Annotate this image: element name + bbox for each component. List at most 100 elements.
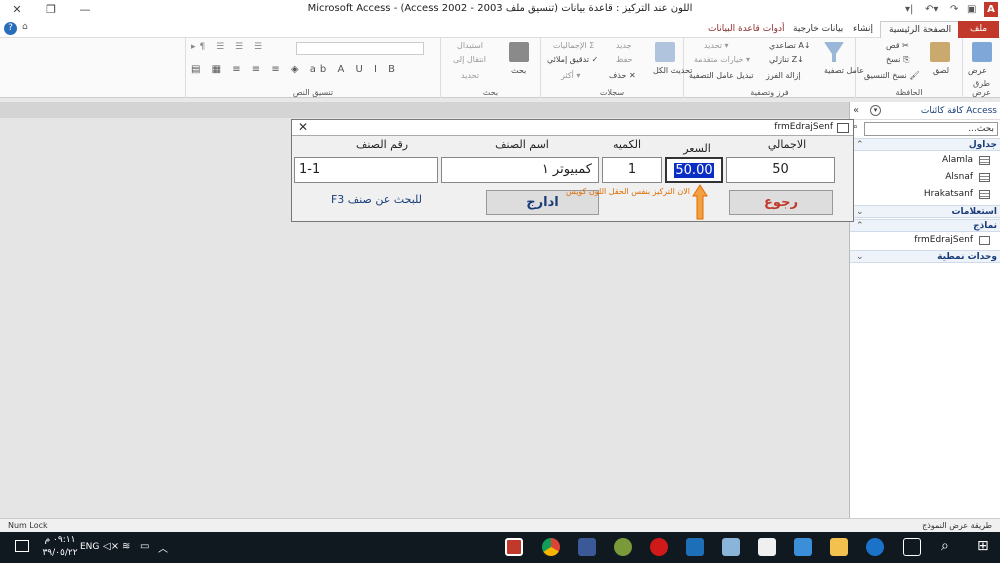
- taskbar: ٠٩:١١ م ٣٩/٠٥/٢٢ ENG ◁× ≋ ▭ ︿ ⌕ ⊞: [0, 532, 1000, 563]
- nav-section-forms[interactable]: ⌃ نماذج: [850, 219, 1000, 232]
- help-icon[interactable]: ?: [4, 22, 17, 35]
- save-icon[interactable]: ▣: [967, 2, 976, 18]
- minimize-window-button[interactable]: —: [74, 2, 96, 18]
- view-button[interactable]: عرض: [968, 66, 987, 75]
- telegram-icon[interactable]: [686, 538, 704, 556]
- ascending-button[interactable]: ↓A تصاعدي: [769, 41, 811, 50]
- refresh-icon[interactable]: [655, 42, 675, 62]
- nav-search-input[interactable]: بحث...: [864, 122, 998, 136]
- nav-item-alamla[interactable]: Alamla: [850, 152, 1000, 169]
- access-taskbar-icon[interactable]: [505, 538, 523, 556]
- clock-time[interactable]: ٠٩:١١ م: [40, 535, 80, 545]
- tab-create[interactable]: إنشاء: [845, 21, 881, 38]
- qat-customize-icon[interactable]: ▾|: [905, 2, 913, 18]
- filter-button[interactable]: عامل تصفية: [824, 66, 864, 75]
- back-button[interactable]: رجوع: [729, 190, 833, 215]
- minimize-ribbon-icon[interactable]: ⌂: [22, 22, 28, 32]
- restore-window-button[interactable]: ❐: [40, 2, 62, 18]
- opera-icon[interactable]: [650, 538, 668, 556]
- field-item-name[interactable]: كمبيوتر ١: [441, 157, 599, 183]
- group-find: بحث استبدال انتقال إلى تحديد بحث: [440, 38, 540, 98]
- goto-button[interactable]: انتقال إلى: [453, 55, 486, 64]
- paragraph-icons: ▸¶ ☰ ☰ ☰: [191, 42, 267, 52]
- descending-button[interactable]: ↓Z تنازلي: [769, 55, 804, 64]
- filter-icon[interactable]: [824, 42, 844, 62]
- tray-expand-icon[interactable]: ︿: [158, 540, 168, 555]
- group-views: عرض طرق عرض: [962, 38, 1000, 98]
- paste-icon[interactable]: [930, 42, 950, 62]
- wifi-icon[interactable]: ≋: [122, 541, 130, 552]
- selection-label: تحديد: [704, 41, 723, 50]
- redo-icon[interactable]: ↷: [950, 2, 958, 18]
- nav-item-hrakatsanf[interactable]: Hrakatsanf: [850, 186, 1000, 203]
- tab-database-tools[interactable]: أدوات قاعدة البيانات: [700, 21, 793, 38]
- nav-section-tables[interactable]: ⌃ جداول: [850, 138, 1000, 151]
- task-view-icon[interactable]: [903, 538, 921, 556]
- nav-item-label: Alsnaf: [945, 172, 973, 182]
- field-price[interactable]: 50.00: [665, 157, 723, 183]
- replace-button[interactable]: استبدال: [457, 41, 483, 50]
- store-icon[interactable]: [794, 538, 812, 556]
- search-icon[interactable]: ⌕: [941, 538, 949, 554]
- volume-icon[interactable]: ◁×: [103, 541, 119, 552]
- close-window-button[interactable]: ✕: [6, 2, 28, 18]
- refresh-button[interactable]: تحديث الكل: [653, 66, 692, 75]
- selection-button[interactable]: ▾ تحديد: [704, 41, 729, 50]
- nav-section-queries[interactable]: ⌄ استعلامات: [850, 205, 1000, 218]
- start-icon[interactable]: ⊞: [977, 538, 989, 554]
- field-qty[interactable]: 1: [602, 157, 662, 183]
- file-explorer-icon[interactable]: [830, 538, 848, 556]
- label-qty: الكميه: [612, 138, 642, 151]
- tab-file[interactable]: ملف: [958, 21, 1000, 38]
- font-name-dropdown[interactable]: [296, 42, 424, 55]
- save-record-button[interactable]: حفظ: [616, 55, 633, 64]
- field-item-no[interactable]: 1-1: [294, 157, 438, 183]
- mail-icon[interactable]: [758, 538, 776, 556]
- nav-item-label: frmEdrajSenf: [914, 235, 973, 245]
- tab-home[interactable]: الصفحة الرئيسية: [880, 21, 961, 38]
- field-total[interactable]: 50: [726, 157, 835, 183]
- new-record-button[interactable]: جديد: [616, 41, 632, 50]
- media-icon[interactable]: [722, 538, 740, 556]
- paste-button[interactable]: لصق: [933, 66, 949, 75]
- nav-menu-chevron-icon[interactable]: ▾: [870, 105, 881, 116]
- advanced-button[interactable]: ▾ خيارات متقدمة: [694, 55, 750, 64]
- cut-button[interactable]: ✂ قص: [886, 41, 909, 50]
- totals-button[interactable]: Σ الإجماليات: [553, 41, 594, 50]
- remove-sort-button[interactable]: إزالة الفرز: [766, 71, 801, 80]
- undo-icon[interactable]: ↶▾: [925, 2, 938, 18]
- tab-external-data[interactable]: بيانات خارجية: [785, 21, 851, 38]
- nav-item-frmedrajsenf[interactable]: frmEdrajSenf: [850, 232, 1000, 249]
- view-icon[interactable]: [972, 42, 992, 62]
- form-close-icon[interactable]: ✕: [298, 120, 308, 134]
- more-button[interactable]: ▾ أكثر: [561, 71, 580, 80]
- nav-section-queries-label: استعلامات: [951, 207, 997, 217]
- form-window: ✕ frmEdrajSenf الاجمالي السعر الكميه اسم…: [291, 119, 854, 222]
- chrome-icon[interactable]: [542, 538, 560, 556]
- format-painter-button[interactable]: 🖌 نسخ التنسيق: [864, 71, 919, 80]
- toggle-filter-button[interactable]: تبديل عامل التصفية: [689, 71, 754, 80]
- table-icon: [979, 156, 990, 165]
- select-button[interactable]: تحديد: [461, 71, 479, 80]
- form-caption: frmEdrajSenf: [774, 122, 833, 132]
- nav-item-alsnaf[interactable]: Alsnaf: [850, 169, 1000, 186]
- spelling-button[interactable]: ✓ تدقيق إملائي: [547, 55, 598, 64]
- edge-icon[interactable]: [866, 538, 884, 556]
- search-hint: للبحث عن صنف F3: [330, 193, 422, 206]
- navigation-pane: « ▾ كافة كائنات Access بحث... ⌕ ⌃ جداول A…: [849, 102, 1000, 518]
- clock-date[interactable]: ٣٩/٠٥/٢٢: [40, 548, 80, 558]
- binoculars-icon[interactable]: [509, 42, 529, 62]
- find-button[interactable]: بحث: [511, 66, 526, 75]
- language-indicator[interactable]: ENG: [80, 542, 99, 552]
- nav-header[interactable]: « ▾ كافة كائنات Access: [850, 102, 1000, 120]
- battery-icon[interactable]: ▭: [140, 541, 149, 552]
- format-painter-label: نسخ التنسيق: [864, 71, 907, 80]
- nav-collapse-icon[interactable]: «: [853, 105, 859, 116]
- group-text-formatting: ▸¶ ☰ ☰ ☰ ▤ ▦ ≡ ≡ ≡ ◈ ab A U I B تنسيق ال…: [185, 38, 440, 98]
- copy-button[interactable]: ⎘ نسخ: [886, 55, 909, 65]
- delete-record-button[interactable]: ✕ حذف: [609, 71, 636, 80]
- facebook-icon[interactable]: [578, 538, 596, 556]
- nav-section-modules[interactable]: ⌄ وحدات نمطية: [850, 250, 1000, 263]
- app-icon[interactable]: [614, 538, 632, 556]
- action-center-icon[interactable]: [15, 540, 29, 552]
